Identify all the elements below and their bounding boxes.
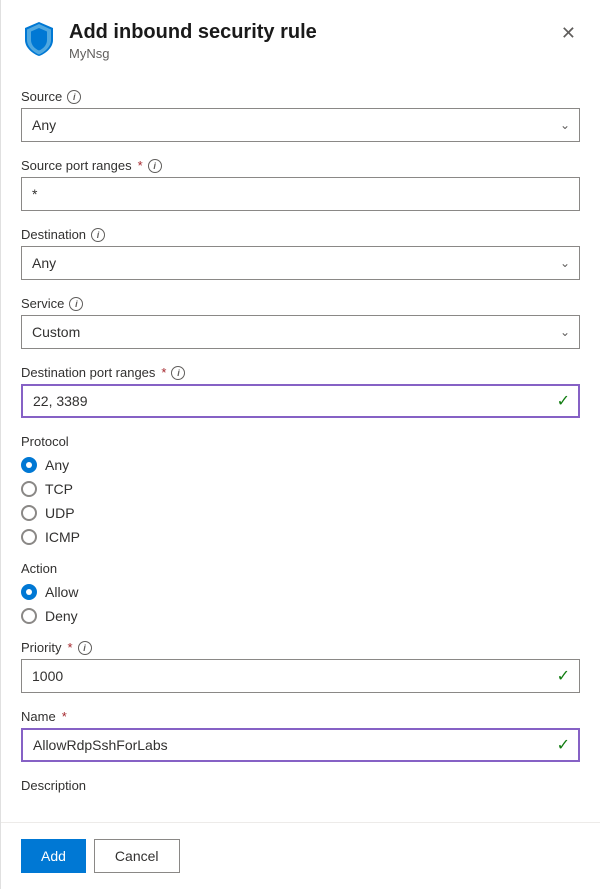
protocol-udp-label: UDP — [45, 505, 75, 521]
source-port-ranges-input[interactable] — [21, 177, 580, 211]
action-deny-label: Deny — [45, 608, 78, 624]
panel-title: Add inbound security rule — [69, 20, 557, 44]
action-deny-radio[interactable] — [21, 608, 37, 624]
priority-label: Priority * i — [21, 640, 580, 655]
protocol-any-radio[interactable] — [21, 457, 37, 473]
source-label: Source i — [21, 89, 580, 104]
source-port-input-wrapper — [21, 177, 580, 211]
shield-icon — [21, 20, 57, 56]
dest-port-ranges-label: Destination port ranges * i — [21, 365, 580, 380]
header-text: Add inbound security rule MyNsg — [69, 20, 557, 61]
source-select[interactable]: Any IP Addresses Service Tag My IP addre… — [21, 108, 580, 142]
description-label: Description — [21, 778, 580, 793]
priority-info-icon[interactable]: i — [78, 641, 92, 655]
protocol-icmp-label: ICMP — [45, 529, 80, 545]
source-port-required-marker: * — [138, 158, 143, 173]
dest-port-input-wrapper: ✓ — [21, 384, 580, 418]
close-button[interactable]: ✕ — [557, 20, 580, 46]
source-info-icon[interactable]: i — [67, 90, 81, 104]
action-radio-group: Allow Deny — [21, 584, 580, 624]
protocol-udp-item[interactable]: UDP — [21, 505, 580, 521]
name-input-wrapper: ✓ — [21, 728, 580, 762]
description-group: Description — [21, 778, 580, 793]
action-allow-item[interactable]: Allow — [21, 584, 580, 600]
service-info-icon[interactable]: i — [69, 297, 83, 311]
source-port-info-icon[interactable]: i — [148, 159, 162, 173]
priority-group: Priority * i ✓ — [21, 640, 580, 693]
protocol-tcp-radio[interactable] — [21, 481, 37, 497]
protocol-section: Protocol Any TCP UDP ICMP — [21, 434, 580, 545]
protocol-any-item[interactable]: Any — [21, 457, 580, 473]
destination-select[interactable]: Any IP Addresses Service Tag Virtual net… — [21, 246, 580, 280]
action-section: Action Allow Deny — [21, 561, 580, 624]
destination-label: Destination i — [21, 227, 580, 242]
priority-input[interactable] — [21, 659, 580, 693]
cancel-button[interactable]: Cancel — [94, 839, 180, 873]
priority-required-marker: * — [67, 640, 72, 655]
priority-check-icon: ✓ — [557, 666, 570, 686]
protocol-label: Protocol — [21, 434, 580, 449]
dest-port-required-marker: * — [161, 365, 166, 380]
protocol-udp-radio[interactable] — [21, 505, 37, 521]
panel-footer: Add Cancel — [1, 822, 600, 889]
protocol-icmp-item[interactable]: ICMP — [21, 529, 580, 545]
dest-port-ranges-group: Destination port ranges * i ✓ — [21, 365, 580, 418]
add-inbound-rule-panel: Add inbound security rule MyNsg ✕ Source… — [0, 0, 600, 889]
name-group: Name * ✓ — [21, 709, 580, 762]
protocol-radio-group: Any TCP UDP ICMP — [21, 457, 580, 545]
action-allow-radio[interactable] — [21, 584, 37, 600]
dest-port-ranges-input[interactable] — [21, 384, 580, 418]
dest-port-check-icon: ✓ — [557, 391, 570, 411]
action-label: Action — [21, 561, 580, 576]
dest-port-info-icon[interactable]: i — [171, 366, 185, 380]
source-port-ranges-label: Source port ranges * i — [21, 158, 580, 173]
name-input[interactable] — [21, 728, 580, 762]
name-label: Name * — [21, 709, 580, 724]
priority-input-wrapper: ✓ — [21, 659, 580, 693]
protocol-icmp-radio[interactable] — [21, 529, 37, 545]
service-select-wrapper: Custom HTTP HTTPS RDP SSH ⌄ — [21, 315, 580, 349]
add-button[interactable]: Add — [21, 839, 86, 873]
destination-select-wrapper: Any IP Addresses Service Tag Virtual net… — [21, 246, 580, 280]
name-check-icon: ✓ — [557, 735, 570, 755]
panel-body: Source i Any IP Addresses Service Tag My… — [1, 73, 600, 889]
source-select-wrapper: Any IP Addresses Service Tag My IP addre… — [21, 108, 580, 142]
destination-group: Destination i Any IP Addresses Service T… — [21, 227, 580, 280]
protocol-tcp-label: TCP — [45, 481, 73, 497]
name-required-marker: * — [62, 709, 67, 724]
source-port-ranges-group: Source port ranges * i — [21, 158, 580, 211]
destination-info-icon[interactable]: i — [91, 228, 105, 242]
service-select[interactable]: Custom HTTP HTTPS RDP SSH — [21, 315, 580, 349]
panel-header: Add inbound security rule MyNsg ✕ — [1, 0, 600, 73]
panel-subtitle: MyNsg — [69, 46, 557, 61]
protocol-tcp-item[interactable]: TCP — [21, 481, 580, 497]
service-group: Service i Custom HTTP HTTPS RDP SSH ⌄ — [21, 296, 580, 349]
action-deny-item[interactable]: Deny — [21, 608, 580, 624]
service-label: Service i — [21, 296, 580, 311]
protocol-any-label: Any — [45, 457, 69, 473]
source-group: Source i Any IP Addresses Service Tag My… — [21, 89, 580, 142]
action-allow-label: Allow — [45, 584, 78, 600]
